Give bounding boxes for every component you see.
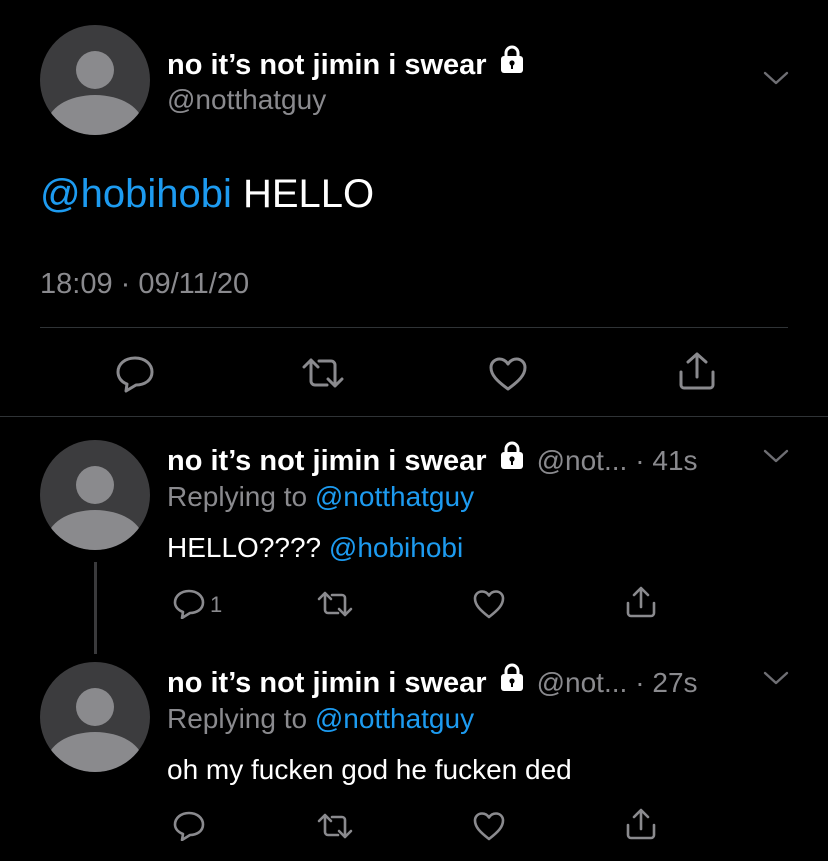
display-name[interactable]: no it’s not jimin i swear <box>167 445 487 478</box>
handle[interactable]: @not... <box>537 445 628 477</box>
mention-link[interactable]: @hobihobi <box>40 172 232 216</box>
author-row: no it’s not jimin i swear @not... · 41s <box>167 440 698 478</box>
replying-to-label: Replying to <box>167 703 315 734</box>
lock-icon <box>500 45 523 73</box>
thread-line <box>94 562 97 654</box>
share-icon[interactable] <box>676 350 718 392</box>
replying-to: Replying to @notthatguy <box>167 481 474 513</box>
share-icon[interactable] <box>624 807 658 841</box>
mention-link[interactable]: @notthatguy <box>315 481 474 512</box>
reply-icon[interactable] <box>172 809 206 841</box>
like-icon[interactable] <box>472 588 506 620</box>
avatar[interactable] <box>40 662 150 772</box>
handle[interactable]: @notthatguy <box>167 84 326 116</box>
like-icon[interactable] <box>472 810 506 842</box>
retweet-icon[interactable] <box>316 589 354 619</box>
tweet-body: HELLO???? <box>167 532 329 563</box>
divider <box>40 327 788 328</box>
mention-link[interactable]: @hobihobi <box>329 532 463 563</box>
tweet-text: oh my fucken god he fucken ded <box>167 754 572 785</box>
lock-icon <box>500 441 523 469</box>
timestamp[interactable]: 18:09 · 09/11/20 <box>40 268 249 301</box>
divider <box>0 416 828 417</box>
avatar[interactable] <box>40 440 150 550</box>
reply-icon[interactable] <box>114 353 156 393</box>
display-name[interactable]: no it’s not jimin i swear <box>167 667 487 700</box>
handle[interactable]: @not... <box>537 667 628 699</box>
like-icon[interactable] <box>487 355 529 393</box>
mention-link[interactable]: @notthatguy <box>315 703 474 734</box>
replying-to: Replying to @notthatguy <box>167 703 474 735</box>
tweet-text: @hobihobi HELLO <box>40 172 374 217</box>
reply-count: 1 <box>210 592 223 617</box>
time-ago[interactable]: · 27s <box>635 667 697 699</box>
share-icon[interactable] <box>624 585 658 619</box>
display-name[interactable]: no it’s not jimin i swear <box>167 49 487 82</box>
tweet-text: HELLO???? @hobihobi <box>167 532 463 564</box>
author-row: no it’s not jimin i swear @not... · 27s <box>167 662 698 700</box>
avatar[interactable] <box>40 25 150 135</box>
chevron-down-icon[interactable] <box>762 446 790 466</box>
chevron-down-icon[interactable] <box>762 68 790 88</box>
lock-icon <box>500 663 523 691</box>
time-ago[interactable]: · 41s <box>635 445 697 477</box>
replying-to-label: Replying to <box>167 481 315 512</box>
retweet-icon[interactable] <box>316 811 354 841</box>
author-row: no it’s not jimin i swear <box>167 44 527 82</box>
reply-icon[interactable] <box>172 587 206 619</box>
chevron-down-icon[interactable] <box>762 668 790 688</box>
retweet-icon[interactable] <box>300 355 346 391</box>
tweet-body: HELLO <box>231 172 375 216</box>
